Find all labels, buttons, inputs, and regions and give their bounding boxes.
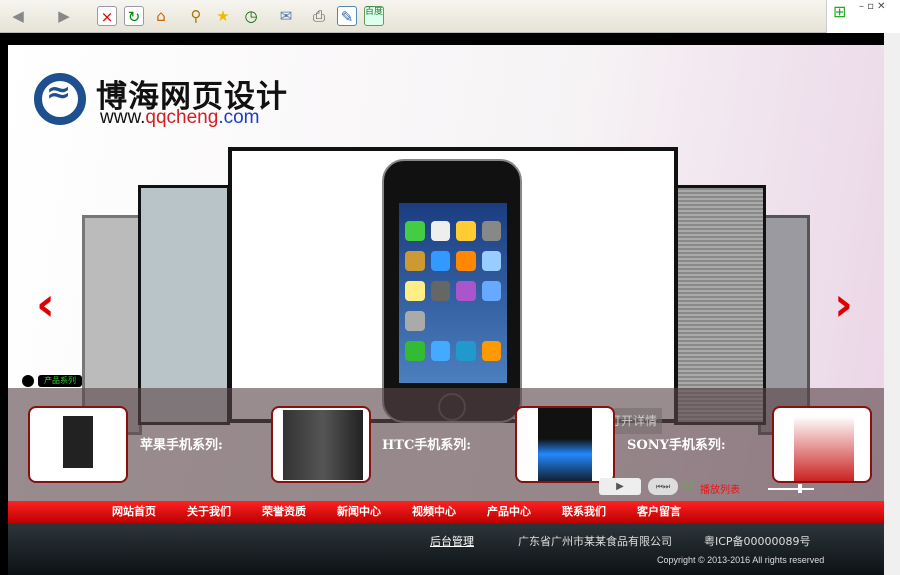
admin-link[interactable]: 后台管理 xyxy=(430,533,474,549)
mail-icon[interactable]: ✉ xyxy=(276,6,296,26)
iphone-image xyxy=(382,159,522,423)
thumb-red-phone[interactable] xyxy=(772,406,872,483)
play-button[interactable]: ▶ xyxy=(599,478,641,495)
history-icon[interactable]: ◷ xyxy=(241,6,261,26)
page: 博海网页设计 www.qqcheng.com ‹ › 产品系列 打开详情 苹果手… xyxy=(8,45,884,575)
footer: 后台管理 广东省广州市某某食品有限公司 粤ICP备00000089号 Copyr… xyxy=(8,523,884,575)
search-icon[interactable]: ⚲ xyxy=(186,6,206,26)
dot-icon xyxy=(22,375,34,387)
nav-item[interactable]: 荣誉资质 xyxy=(262,501,337,523)
company-name: 广东省广州市某某食品有限公司 xyxy=(518,535,672,548)
scrollbar[interactable] xyxy=(884,33,900,575)
refresh-icon[interactable]: ↻ xyxy=(124,6,144,26)
series-label[interactable]: SONY手机系列: xyxy=(627,434,726,453)
edit-icon[interactable]: ✎ xyxy=(337,6,357,26)
shield-icon: ⛉ xyxy=(684,479,694,493)
nav-item[interactable]: 网站首页 xyxy=(112,501,187,523)
nav-item[interactable]: 新闻中心 xyxy=(337,501,412,523)
series-label[interactable]: 苹果手机系列: xyxy=(140,434,223,453)
carousel-main-card[interactable] xyxy=(228,147,678,423)
stop-icon[interactable]: × xyxy=(97,6,117,26)
url-brand: qqcheng xyxy=(145,107,219,128)
windows-logo-icon: ⊞ xyxy=(833,2,847,21)
url-prefix: www. xyxy=(100,107,146,128)
print-icon[interactable]: ⎙ xyxy=(309,6,329,26)
window-buttons[interactable]: – ▫ ✕ xyxy=(859,1,886,12)
logo-icon xyxy=(34,73,86,125)
baidu-icon[interactable]: 百度 xyxy=(364,6,384,26)
copyright: Copyright © 2013-2016 All rights reserve… xyxy=(657,555,825,565)
prev-next-buttons[interactable]: ⏮⏭ xyxy=(648,478,678,495)
forward-icon[interactable]: ▶ xyxy=(54,6,74,26)
thumb-apple[interactable] xyxy=(28,406,128,483)
nav-item[interactable]: 客户留言 xyxy=(637,501,712,523)
back-icon[interactable]: ◀ xyxy=(8,6,28,26)
main-nav: 网站首页 关于我们 荣誉资质 新闻中心 视频中心 产品中心 联系我们 客户留言 xyxy=(8,501,884,523)
prev-arrow-icon[interactable]: ‹ xyxy=(36,277,55,331)
thumb-htc[interactable] xyxy=(271,406,371,483)
thumb-sony[interactable] xyxy=(515,406,615,483)
nav-item[interactable]: 联系我们 xyxy=(562,501,637,523)
product-series-badge: 产品系列 xyxy=(38,375,82,387)
nav-item[interactable]: 关于我们 xyxy=(187,501,262,523)
volume-slider[interactable] xyxy=(768,484,814,493)
nav-item[interactable]: 视频中心 xyxy=(412,501,487,523)
site-url[interactable]: www.qqcheng.com xyxy=(100,107,260,129)
url-suffix: .com xyxy=(218,107,260,128)
nav-item[interactable]: 产品中心 xyxy=(487,501,562,523)
series-label[interactable]: HTC手机系列: xyxy=(382,434,471,453)
browser-toolbar: ◀ ▶ × ↻ ⌂ ⚲ ★ ◷ ✉ ⎙ ✎ 百度 ⊞ – ▫ ✕ xyxy=(0,0,900,33)
playlist-link[interactable]: 播放列表 xyxy=(700,481,740,496)
icp-number: 粤ICP备00000089号 xyxy=(704,535,811,548)
favorites-icon[interactable]: ★ xyxy=(213,6,233,26)
home-icon[interactable]: ⌂ xyxy=(151,6,171,26)
next-arrow-icon[interactable]: › xyxy=(834,277,853,331)
window-controls: ⊞ – ▫ ✕ xyxy=(826,0,900,33)
